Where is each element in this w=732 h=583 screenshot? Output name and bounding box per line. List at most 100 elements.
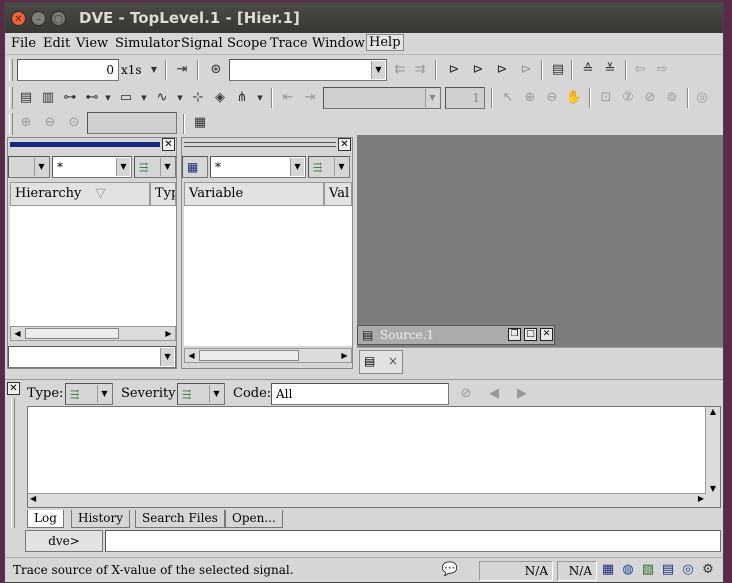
tab-open[interactable]: Open... xyxy=(225,510,283,528)
settings-icon[interactable]: ⚙ xyxy=(699,561,717,579)
window-icon[interactable]: ▭ xyxy=(117,89,135,107)
chevron-down-icon[interactable]: ▼ xyxy=(371,61,385,79)
pointer-icon[interactable]: ↖ xyxy=(499,89,517,107)
previous-message-icon[interactable]: ◀ xyxy=(485,385,503,403)
schematic-icon[interactable]: ⊶ xyxy=(61,89,79,107)
time-unit-select[interactable]: x1s xyxy=(121,63,142,77)
column-hierarchy[interactable]: Hierarchy ▽ xyxy=(10,182,150,206)
connect-icon[interactable]: ⊹ xyxy=(189,89,207,107)
hierarchy-hscrollbar[interactable]: ◀ ▶ xyxy=(10,326,176,341)
tab-log[interactable]: Log xyxy=(27,510,64,528)
grid-icon[interactable]: ▦ xyxy=(599,561,617,579)
zoom-full-icon[interactable]: ◎ xyxy=(693,89,711,107)
eraser-icon[interactable]: ◈ xyxy=(211,89,229,107)
speech-bubble-icon[interactable]: 💬 xyxy=(441,561,459,579)
edge-type-select[interactable]: ▼ xyxy=(323,87,441,109)
minimize-window-button[interactable]: – xyxy=(31,11,46,26)
code-select[interactable]: All xyxy=(271,383,449,405)
waveform-icon[interactable]: ∿ xyxy=(153,89,171,107)
step-icon[interactable]: ⇥ xyxy=(173,61,191,79)
chart-icon[interactable]: ▧ xyxy=(639,561,657,579)
toolbar-grip[interactable] xyxy=(9,113,13,135)
toolbar-grip[interactable] xyxy=(9,87,13,109)
trace-driver-icon[interactable]: ⊳ xyxy=(445,61,463,79)
console-command-input[interactable] xyxy=(105,530,721,552)
column-value[interactable]: Val xyxy=(324,182,352,206)
chevron-down-icon[interactable]: ▼ xyxy=(99,89,117,107)
menu-view[interactable]: View xyxy=(76,36,108,51)
scroll-left-icon[interactable]: ◀ xyxy=(185,349,198,362)
chevron-down-icon[interactable]: ▼ xyxy=(425,89,439,107)
scroll-thumb[interactable] xyxy=(25,328,119,339)
zoom-in-icon[interactable]: ⊕ xyxy=(521,89,539,107)
next-message-icon[interactable]: ▶ xyxy=(513,385,531,403)
info-icon[interactable]: ◍ xyxy=(619,561,637,579)
variable-list[interactable] xyxy=(184,206,352,346)
find-previous-icon[interactable]: ⇇ xyxy=(391,61,409,79)
chevron-down-icon[interactable]: ▼ xyxy=(251,89,269,107)
log-hscrollbar[interactable]: ◀ ▶ xyxy=(28,493,706,507)
binoculars-icon[interactable]: ⊛ xyxy=(207,61,225,79)
menu-window[interactable]: Window xyxy=(312,36,365,51)
source-window-tab[interactable]: ▤ × xyxy=(359,350,403,374)
chevron-down-icon[interactable]: ▼ xyxy=(290,158,304,176)
list-icon[interactable]: ▤ xyxy=(17,89,35,107)
back-arrow-icon[interactable]: ⇦ xyxy=(631,61,649,79)
menu-help[interactable]: Help xyxy=(366,34,404,51)
type-select[interactable]: ⇶ ▼ xyxy=(65,383,113,405)
chevron-down-icon[interactable]: ▼ xyxy=(334,158,348,176)
trace-disabled-icon[interactable]: ⊳ xyxy=(517,61,535,79)
zoom-fit-icon[interactable]: ⊙ xyxy=(65,114,83,132)
hand-pan-icon[interactable]: ✋ xyxy=(565,89,583,107)
panel-header[interactable]: ✕ xyxy=(8,138,176,152)
menu-trace[interactable]: Trace xyxy=(270,36,308,51)
menu-edit[interactable]: Edit xyxy=(43,36,70,51)
zoom-in-icon[interactable]: ⊕ xyxy=(17,114,35,132)
log-vscrollbar[interactable]: ▲ ▼ xyxy=(705,407,720,507)
maximize-window-button[interactable]: ▢ xyxy=(51,11,66,26)
trace-load-icon[interactable]: ⊳ xyxy=(469,61,487,79)
severity-select[interactable]: ⇶ ▼ xyxy=(177,383,225,405)
maximize-icon[interactable]: □ xyxy=(524,328,537,341)
edge-count-input[interactable]: 1 xyxy=(445,87,485,109)
hierarchy-filter-input[interactable]: * ▼ xyxy=(52,156,132,178)
clear-filter-icon[interactable]: ⊘ xyxy=(457,385,475,403)
data-filter-input[interactable]: * ▼ xyxy=(210,156,306,178)
globe-icon[interactable]: ◎ xyxy=(679,561,697,579)
toolbar-grip[interactable] xyxy=(9,59,13,81)
menu-scope[interactable]: Scope xyxy=(227,36,267,51)
find-input[interactable]: ▼ xyxy=(229,59,387,81)
scroll-left-icon[interactable]: ◀ xyxy=(30,494,36,503)
previous-edge-icon[interactable]: ⇤ xyxy=(279,89,297,107)
zoom-select[interactable] xyxy=(87,112,177,134)
next-edge-icon[interactable]: ⇥ xyxy=(301,89,319,107)
close-icon[interactable]: ✕ xyxy=(162,138,175,151)
stack-up-icon[interactable]: ≙ xyxy=(579,61,597,79)
forward-arrow-icon[interactable]: ⇨ xyxy=(653,61,671,79)
tab-search-files[interactable]: Search Files xyxy=(135,510,225,528)
chevron-down-icon[interactable]: ▼ xyxy=(135,89,153,107)
module-icon[interactable]: ▥ xyxy=(39,89,57,107)
zoom-2-icon[interactable]: ② xyxy=(619,89,637,107)
stack-down-icon[interactable]: ≚ xyxy=(601,61,619,79)
chevron-down-icon[interactable]: ▼ xyxy=(160,348,174,366)
scroll-right-icon[interactable]: ▶ xyxy=(162,327,175,340)
bus-icon[interactable]: ⋔ xyxy=(233,89,251,107)
column-type[interactable]: Typ xyxy=(150,182,176,206)
grid-icon[interactable]: ▦ xyxy=(191,114,209,132)
restore-icon[interactable]: ❐ xyxy=(508,328,521,341)
zoom-half-icon[interactable]: ⊘ xyxy=(641,89,659,107)
zoom-out-icon[interactable]: ⊖ xyxy=(41,114,59,132)
console-grip[interactable] xyxy=(11,398,15,528)
chevron-down-icon[interactable]: ▼ xyxy=(171,89,189,107)
zoom-area-icon[interactable]: ⊚ xyxy=(663,89,681,107)
data-filter-type-select[interactable]: ⇶ ▼ xyxy=(308,156,350,178)
zoom-fit-icon[interactable]: ⊡ xyxy=(597,89,615,107)
filter-type-select[interactable]: ⇶ ▼ xyxy=(134,156,176,178)
column-variable[interactable]: Variable xyxy=(184,182,324,206)
scroll-thumb[interactable] xyxy=(199,350,299,361)
close-icon[interactable]: ✕ xyxy=(7,382,20,395)
scope-type-select[interactable]: ▼ xyxy=(8,156,50,178)
chevron-down-icon[interactable]: ▼ xyxy=(34,158,48,176)
chevron-down-icon[interactable]: ▼ xyxy=(145,61,163,79)
